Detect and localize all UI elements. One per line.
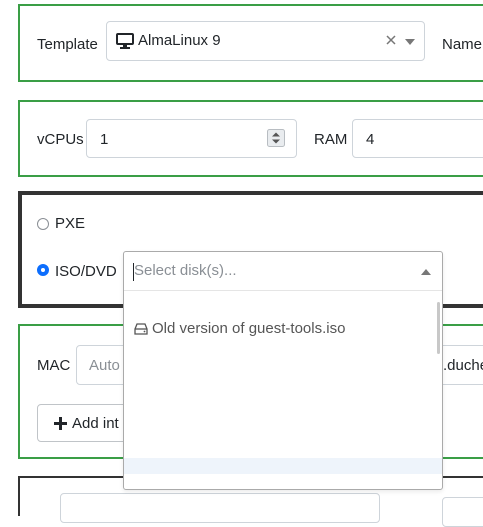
pxe-radio[interactable] [37,218,49,230]
hard-drive-icon [134,323,148,335]
dropdown-scrollbar[interactable] [437,302,440,354]
template-select[interactable]: AlmaLinux 9 [106,21,425,61]
mac-placeholder: Auto [89,357,120,374]
ram-input[interactable]: 4 [352,119,483,158]
pxe-label: PXE [55,215,86,232]
template-label: Template [37,36,98,53]
dropdown-highlight-row [124,458,442,474]
vcpus-label: vCPUs [37,131,84,148]
chevron-up-icon[interactable] [421,269,431,275]
ram-value: 4 [366,131,375,148]
mac-label: MAC [37,357,71,374]
iso-radio[interactable] [37,264,49,276]
plus-icon [54,417,67,430]
next-section-input-right[interactable] [442,497,483,527]
ram-label: RAM [314,131,348,148]
vcpus-value: 1 [100,131,109,148]
next-section-input[interactable] [60,493,380,523]
template-value: AlmaLinux 9 [138,32,221,49]
vcpus-input[interactable]: 1 [86,119,297,158]
disk-select-dropdown[interactable]: Select disk(s)... Old version of guest-t… [123,251,443,490]
disk-search-field[interactable]: Select disk(s)... [124,252,442,291]
disk-option[interactable]: Old version of guest-tools.iso [124,314,434,344]
network-value: .duche [443,357,483,374]
computer-icon [116,33,134,49]
vcpus-stepper[interactable] [267,129,285,147]
add-interface-label: Add int [72,415,119,432]
disk-option-label: Old version of guest-tools.iso [152,320,346,337]
add-interface-button[interactable]: Add int [37,404,137,442]
clear-icon[interactable] [386,35,396,45]
name-label: Name [442,36,483,53]
disk-search-placeholder: Select disk(s)... [134,262,237,279]
chevron-down-icon[interactable] [405,39,415,45]
iso-label: ISO/DVD [55,263,117,280]
